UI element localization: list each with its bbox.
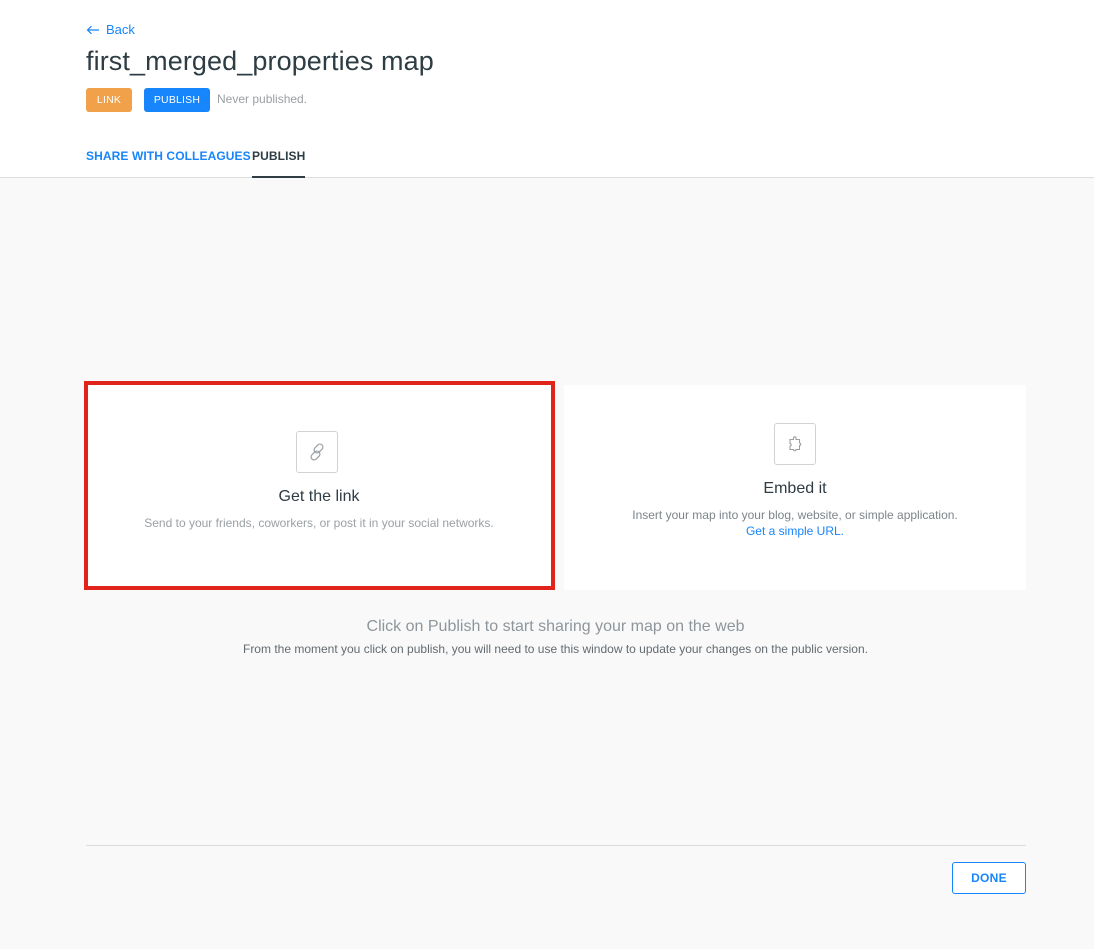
tab-share-with-colleagues[interactable]: SHARE WITH COLLEAGUES [86,149,251,178]
puzzle-icon [774,423,816,465]
publish-info-title: Click on Publish to start sharing your m… [366,618,745,635]
simple-url-link[interactable]: Get a simple URL. [564,524,1026,538]
embed-card[interactable]: Embed it Insert your map into your blog,… [564,385,1026,590]
publish-status: Never published. [217,92,308,106]
page-title: first_merged_properties map [86,46,434,76]
link-badge: LINK [86,88,132,112]
arrow-left-icon [86,25,99,34]
header: Back first_merged_properties map LINK PU… [0,0,1094,178]
tab-publish[interactable]: PUBLISH [252,149,306,178]
publish-info-subtitle: From the moment you click on publish, yo… [242,642,868,656]
back-link[interactable]: Back [86,22,135,37]
get-link-title: Get the link [278,488,360,505]
get-link-card[interactable]: Get the link Send to your friends, cowor… [87,385,551,590]
done-button[interactable]: DONE [952,862,1026,894]
back-label: Back [106,22,135,37]
embed-description: Insert your map into your blog, website,… [632,508,958,522]
link-icon [296,431,338,473]
footer-divider [86,845,1026,846]
publish-badge[interactable]: PUBLISH [144,88,210,112]
embed-title: Embed it [763,480,827,497]
get-link-description: Send to your friends, coworkers, or post… [144,516,494,530]
